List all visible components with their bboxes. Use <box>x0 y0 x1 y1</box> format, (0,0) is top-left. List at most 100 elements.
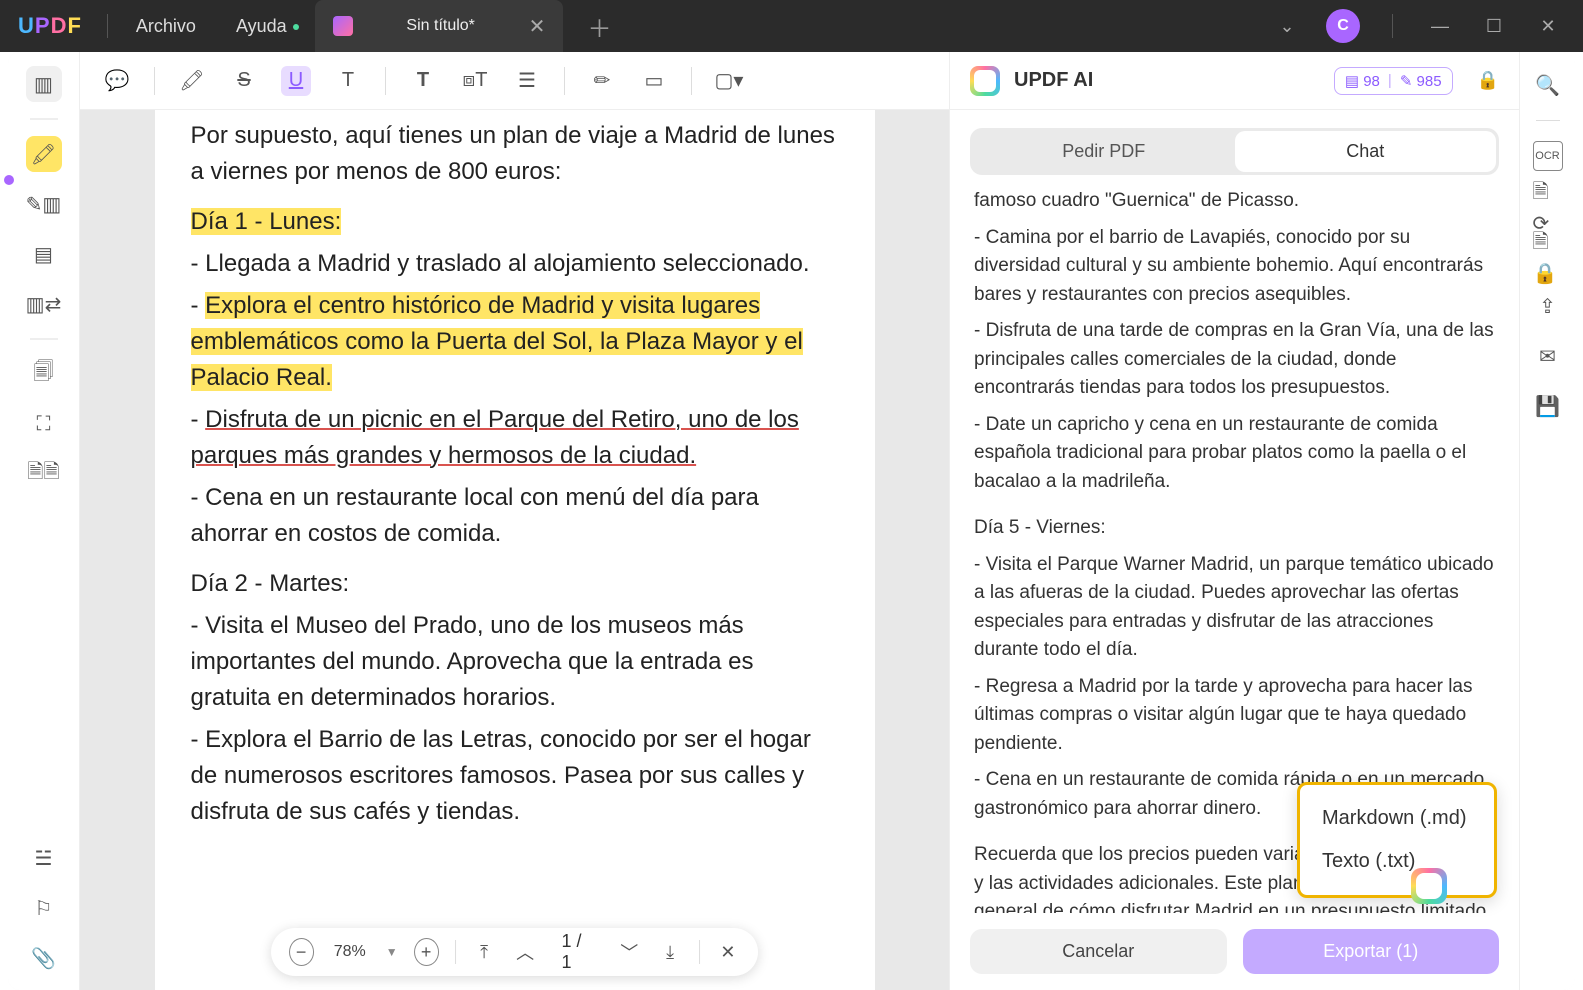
menu-ayuda[interactable]: Ayuda <box>216 16 307 37</box>
update-dot-icon <box>293 24 299 30</box>
tab-chat[interactable]: Chat <box>1235 131 1497 172</box>
separator <box>1536 120 1560 121</box>
title-bar: UPDF Archivo Ayuda Sin título* ✕ ＋ ⌄ C —… <box>0 0 1583 52</box>
page-organize-icon[interactable]: ▥⇄ <box>26 286 62 322</box>
compare-tool-icon[interactable]: 🗎🗎 <box>26 456 62 492</box>
ai-logo-icon <box>970 66 1000 96</box>
ai-credits-badge[interactable]: ▤ 98 | ✎ 985 <box>1334 67 1453 95</box>
ai-tabs: Pedir PDF Chat <box>970 128 1499 175</box>
chevron-down-icon[interactable]: ⌄ <box>1272 16 1302 37</box>
strikethrough-icon[interactable]: S <box>229 66 259 96</box>
separator <box>30 118 58 120</box>
shape-tool-icon[interactable]: ▢▾ <box>714 66 744 96</box>
right-tool-rail: 🔍 OCR 🗎⟳ 🗎🔒 ⇪ ✉ 💾 <box>1519 52 1575 990</box>
divider <box>107 14 108 38</box>
lock-icon[interactable]: 🔒 <box>1477 70 1499 91</box>
ai-header: UPDF AI ▤ 98 | ✎ 985 🔒 <box>950 52 1519 110</box>
pdf-page: Por supuesto, aquí tienes un plan de via… <box>155 110 875 990</box>
tab-pedir-pdf[interactable]: Pedir PDF <box>973 131 1235 172</box>
bookmark-icon[interactable]: ⚐ <box>26 890 62 926</box>
chat-text: - Camina por el barrio de Lavapiés, cono… <box>974 224 1495 310</box>
export-text-option[interactable]: Texto (.txt) <box>1318 840 1476 883</box>
separator <box>385 67 386 95</box>
export-markdown-option[interactable]: Markdown (.md) <box>1318 797 1476 840</box>
zoom-out-button[interactable]: − <box>289 938 314 966</box>
zoom-in-button[interactable]: + <box>414 938 439 966</box>
pencil-draw-icon[interactable]: ✏ <box>587 66 617 96</box>
export-button[interactable]: Exportar (1) <box>1243 929 1500 974</box>
eraser-icon[interactable]: ▭ <box>639 66 669 96</box>
divider <box>1392 14 1393 38</box>
comment-icon[interactable]: 💬 <box>102 66 132 96</box>
text-tool-icon[interactable]: T <box>408 66 438 96</box>
pencil-edit-icon[interactable]: ✎▥ <box>26 186 62 222</box>
menu-archivo[interactable]: Archivo <box>116 16 216 37</box>
squiggly-icon[interactable]: T <box>333 66 363 96</box>
ocr-icon[interactable]: OCR <box>1533 141 1563 171</box>
cancel-button[interactable]: Cancelar <box>970 929 1227 974</box>
zoom-level[interactable]: 78% <box>330 943 370 961</box>
ai-panel: UPDF AI ▤ 98 | ✎ 985 🔒 Pedir PDF Chat fa… <box>949 52 1519 990</box>
window-maximize-button[interactable]: ☐ <box>1479 16 1509 37</box>
day1-line: - Explora el centro histórico de Madrid … <box>191 288 839 396</box>
form-tool-icon[interactable]: ▤ <box>26 236 62 272</box>
highlighter-tool-icon[interactable]: 🖍 <box>26 136 62 172</box>
chat-heading: Día 5 - Viernes: <box>974 514 1495 543</box>
separator <box>699 940 700 964</box>
separator <box>455 940 456 964</box>
left-tool-rail: ▥ 🖍 ✎▥ ▤ ▥⇄ 🗐 ⛶ 🗎🗎 ☱ ⚐ 📎 <box>8 52 80 990</box>
underline-icon[interactable]: U <box>281 66 311 96</box>
separator <box>30 338 58 340</box>
annotation-toolbar: 💬 🖍 S U T T ⧈T ☰ ✏ ▭ ▢▾ <box>80 52 949 110</box>
main-area: ▥ 🖍 ✎▥ ▤ ▥⇄ 🗐 ⛶ 🗎🗎 ☱ ⚐ 📎 💬 🖍 S U T T ⧈T … <box>8 52 1575 990</box>
highlighted-text: Explora el centro histórico de Madrid y … <box>191 292 803 391</box>
chat-text: - Regresa a Madrid por la tarde y aprove… <box>974 673 1495 759</box>
chat-text: - Date un capricho y cena en un restaura… <box>974 411 1495 497</box>
document-area: 💬 🖍 S U T T ⧈T ☰ ✏ ▭ ▢▾ Por supuesto, aq… <box>80 52 949 990</box>
first-page-button[interactable]: ⤒ <box>472 938 497 966</box>
app-logo: UPDF <box>0 13 99 39</box>
day1-line: - Cena en un restaurante local con menú … <box>191 480 839 552</box>
pagebar-close-button[interactable]: ✕ <box>716 938 741 966</box>
save-icon[interactable]: 💾 <box>1533 391 1563 421</box>
prev-page-button[interactable]: ︿ <box>513 938 538 966</box>
day1-line: - Disfruta de un picnic en el Parque del… <box>191 402 839 474</box>
document-scroll[interactable]: Por supuesto, aquí tienes un plan de via… <box>80 110 949 990</box>
pages-tool-icon[interactable]: 🗐 <box>26 356 62 392</box>
ai-fab-button[interactable] <box>1411 868 1447 904</box>
day2-line: - Visita el Museo del Prado, uno de los … <box>191 608 839 716</box>
day2-heading: Día 2 - Martes: <box>191 566 839 602</box>
underlined-text: Disfruta de un picnic en el Parque del R… <box>191 406 799 469</box>
ai-action-bar: Cancelar Exportar (1) <box>950 913 1519 990</box>
last-page-button[interactable]: ⤓ <box>658 938 683 966</box>
tab-add-button[interactable]: ＋ <box>587 9 611 44</box>
textbox-icon[interactable]: ⧈T <box>460 66 490 96</box>
tab-close-icon[interactable]: ✕ <box>529 14 546 39</box>
crop-tool-icon[interactable]: ⛶ <box>26 406 62 442</box>
day1-heading: Día 1 - Lunes: <box>191 208 342 235</box>
zoom-dropdown-icon[interactable]: ▼ <box>386 945 398 959</box>
separator <box>154 67 155 95</box>
chat-text: - Visita el Parque Warner Madrid, un par… <box>974 551 1495 665</box>
reader-mode-icon[interactable]: ▥ <box>26 66 62 102</box>
page-nav-bar: − 78% ▼ + ⤒ ︿ 1 / 1 ﹀ ⤓ ✕ <box>271 928 759 976</box>
separator <box>564 67 565 95</box>
callout-icon[interactable]: ☰ <box>512 66 542 96</box>
convert-icon[interactable]: 🗎⟳ <box>1533 191 1563 221</box>
protect-icon[interactable]: 🗎🔒 <box>1533 241 1563 271</box>
user-avatar[interactable]: C <box>1326 9 1360 43</box>
search-icon[interactable]: 🔍 <box>1533 70 1563 100</box>
window-close-button[interactable]: ✕ <box>1533 16 1563 37</box>
export-format-popup: Markdown (.md) Texto (.txt) <box>1297 782 1497 898</box>
attachment-icon[interactable]: 📎 <box>26 940 62 976</box>
page-indicator[interactable]: 1 / 1 <box>554 931 601 973</box>
layers-icon[interactable]: ☱ <box>26 840 62 876</box>
window-minimize-button[interactable]: — <box>1425 16 1455 37</box>
tab-doc-icon <box>333 16 353 36</box>
share-icon[interactable]: ⇪ <box>1533 291 1563 321</box>
highlight-icon[interactable]: 🖍 <box>177 66 207 96</box>
next-page-button[interactable]: ﹀ <box>617 938 642 966</box>
doc-intro: Por supuesto, aquí tienes un plan de via… <box>191 118 839 190</box>
email-icon[interactable]: ✉ <box>1533 341 1563 371</box>
document-tab[interactable]: Sin título* ✕ <box>315 0 564 52</box>
